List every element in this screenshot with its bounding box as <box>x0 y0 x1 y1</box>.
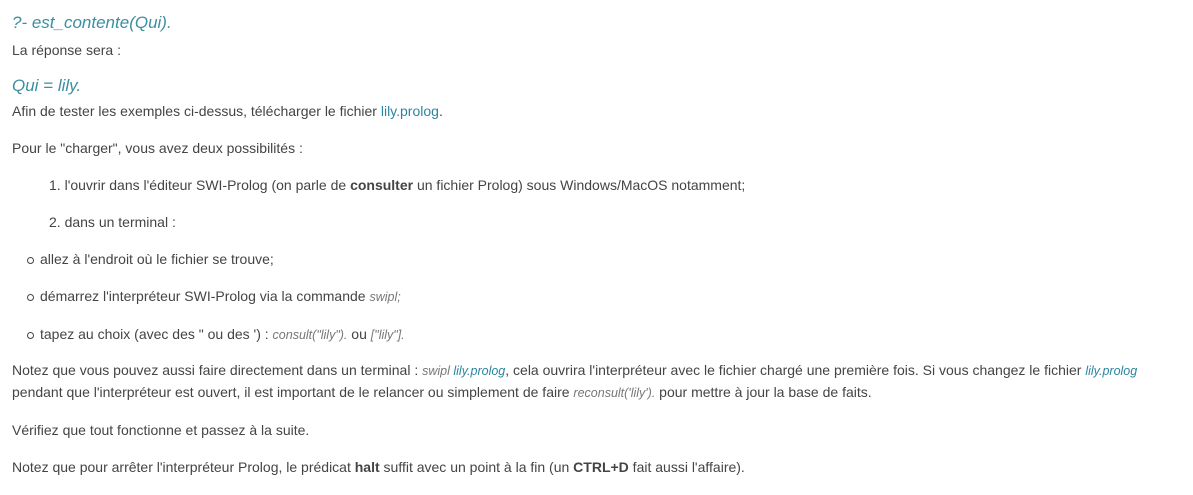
ordered-list: 1. l'ouvrir dans l'éditeur SWI-Prolog (o… <box>12 175 1181 233</box>
text: Notez que vous pouvez aussi faire direct… <box>12 362 423 378</box>
text: tapez au choix (avec des " ou des ') : <box>40 326 273 342</box>
text: l'ouvrir dans l'éditeur SWI-Prolog (on p… <box>64 177 351 193</box>
paragraph-load: Pour le "charger", vous avez deux possib… <box>12 140 303 156</box>
text: allez à l'endroit où le fichier se trouv… <box>40 251 274 267</box>
text: , cela ouvrira l'interpréteur avec le fi… <box>505 362 1086 378</box>
bold-text: consulter <box>350 177 414 193</box>
intro-text: La réponse sera : <box>12 42 121 58</box>
query-code: ?- est_contente(Qui). <box>12 13 172 32</box>
num: 1. <box>49 177 61 193</box>
list-item: 1. l'ouvrir dans l'éditeur SWI-Prolog (o… <box>12 175 1181 196</box>
paragraph-halt: Notez que pour arrêter l'interpréteur Pr… <box>12 457 1181 478</box>
text: ou <box>347 326 371 342</box>
text: démarrez l'interpréteur SWI-Prolog via l… <box>40 288 370 304</box>
article: ?- est_contente(Qui). La réponse sera : … <box>0 0 1193 478</box>
paragraph-terminal: Notez que vous pouvez aussi faire direct… <box>12 360 1181 404</box>
num: 2. <box>49 214 61 230</box>
lily-prolog-link[interactable]: lily.prolog <box>453 364 505 378</box>
code: ["lily"]. <box>370 328 405 342</box>
lily-prolog-link[interactable]: lily.prolog <box>1085 364 1137 378</box>
answer-code: Qui = lily. <box>12 76 82 95</box>
text: Afin de tester les exemples ci-dessus, t… <box>12 103 381 119</box>
paragraph-download: Afin de tester les exemples ci-dessus, t… <box>12 101 1181 122</box>
list-item: tapez au choix (avec des " ou des ') : c… <box>12 324 1181 346</box>
text: pendant que l'interpréteur est ouvert, i… <box>12 384 574 400</box>
text: pour mettre à jour la base de faits. <box>655 384 872 400</box>
text: un fichier Prolog) sous Windows/MacOS no… <box>413 177 746 193</box>
paragraph-verify: Vérifiez que tout fonctionne et passez à… <box>12 422 310 438</box>
bullet-list: allez à l'endroit où le fichier se trouv… <box>12 249 1181 346</box>
list-item: 2. dans un terminal : <box>12 212 1181 233</box>
text: . <box>438 103 443 119</box>
text: Notez que pour arrêter l'interpréteur Pr… <box>12 459 355 475</box>
list-item: allez à l'endroit où le fichier se trouv… <box>12 249 1181 270</box>
list-item: démarrez l'interpréteur SWI-Prolog via l… <box>12 286 1181 308</box>
code: swipl <box>422 364 454 378</box>
text: dans un terminal : <box>64 214 176 230</box>
code: consult("lily"). <box>272 328 348 342</box>
text: suffit avec un point à la fin (un <box>379 459 574 475</box>
bold-text: halt <box>354 459 380 475</box>
bold-text: CTRL+D <box>573 459 629 475</box>
code: swipl; <box>369 290 401 304</box>
code: reconsult('lily'). <box>573 386 656 400</box>
lily-prolog-link[interactable]: lily.prolog <box>381 103 439 119</box>
text: fait aussi l'affaire). <box>628 459 745 475</box>
